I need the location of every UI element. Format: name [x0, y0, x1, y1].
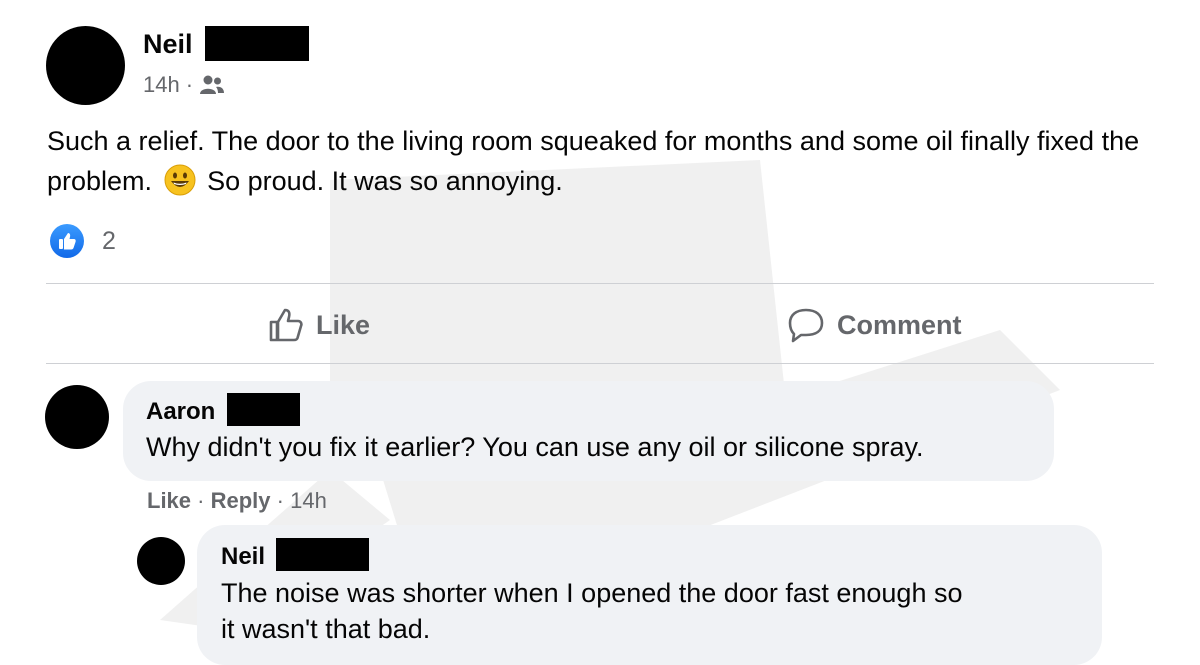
post-meta: 14h ·	[143, 70, 225, 100]
comment-text: Why didn't you fix it earlier? You can u…	[146, 432, 924, 462]
reply-text-line-1: The noise was shorter when I opened the …	[221, 578, 963, 608]
post-time[interactable]: 14h	[143, 70, 180, 100]
post-text-tail: So proud. It was so annoying.	[207, 166, 563, 196]
divider-top	[46, 283, 1154, 284]
comment-reply-link[interactable]: Reply	[211, 488, 271, 513]
post-text: Such a relief. The door to the living ro…	[47, 121, 1157, 201]
comment-like-link[interactable]: Like	[147, 488, 191, 513]
comment-author-name[interactable]: Aaron	[146, 397, 215, 427]
reaction-count[interactable]: 2	[102, 227, 116, 256]
redacted-surname	[205, 26, 309, 61]
comment-action-separator: ·	[197, 488, 205, 513]
friends-icon	[200, 75, 225, 94]
redacted-surname	[276, 538, 369, 571]
smiling-face-emoji	[164, 164, 196, 196]
reaction-summary[interactable]: 2	[50, 224, 116, 258]
redacted-surname	[227, 393, 300, 426]
reply-author-name[interactable]: Neil	[221, 542, 265, 572]
comment-button-label: Comment	[837, 309, 962, 340]
like-button-label: Like	[316, 309, 371, 340]
comment-actions: Like · Reply · 14h	[147, 487, 327, 515]
reply-author-avatar[interactable]	[137, 537, 185, 585]
thumbs-up-icon	[269, 308, 303, 342]
like-reaction-icon	[50, 224, 84, 258]
like-button[interactable]: Like	[268, 302, 370, 348]
meta-separator: ·	[185, 72, 194, 97]
reply-text-line-2: it wasn't that bad.	[221, 614, 431, 644]
post-author-name[interactable]: Neil	[143, 27, 193, 61]
post-author-avatar[interactable]	[46, 26, 125, 105]
divider-bottom	[46, 363, 1154, 364]
comment-time[interactable]: 14h	[290, 488, 327, 513]
comment-author-avatar[interactable]	[45, 385, 109, 449]
comment-action-separator: ·	[276, 488, 284, 513]
comment-icon	[788, 308, 824, 343]
comment-button[interactable]: Comment	[787, 302, 962, 348]
